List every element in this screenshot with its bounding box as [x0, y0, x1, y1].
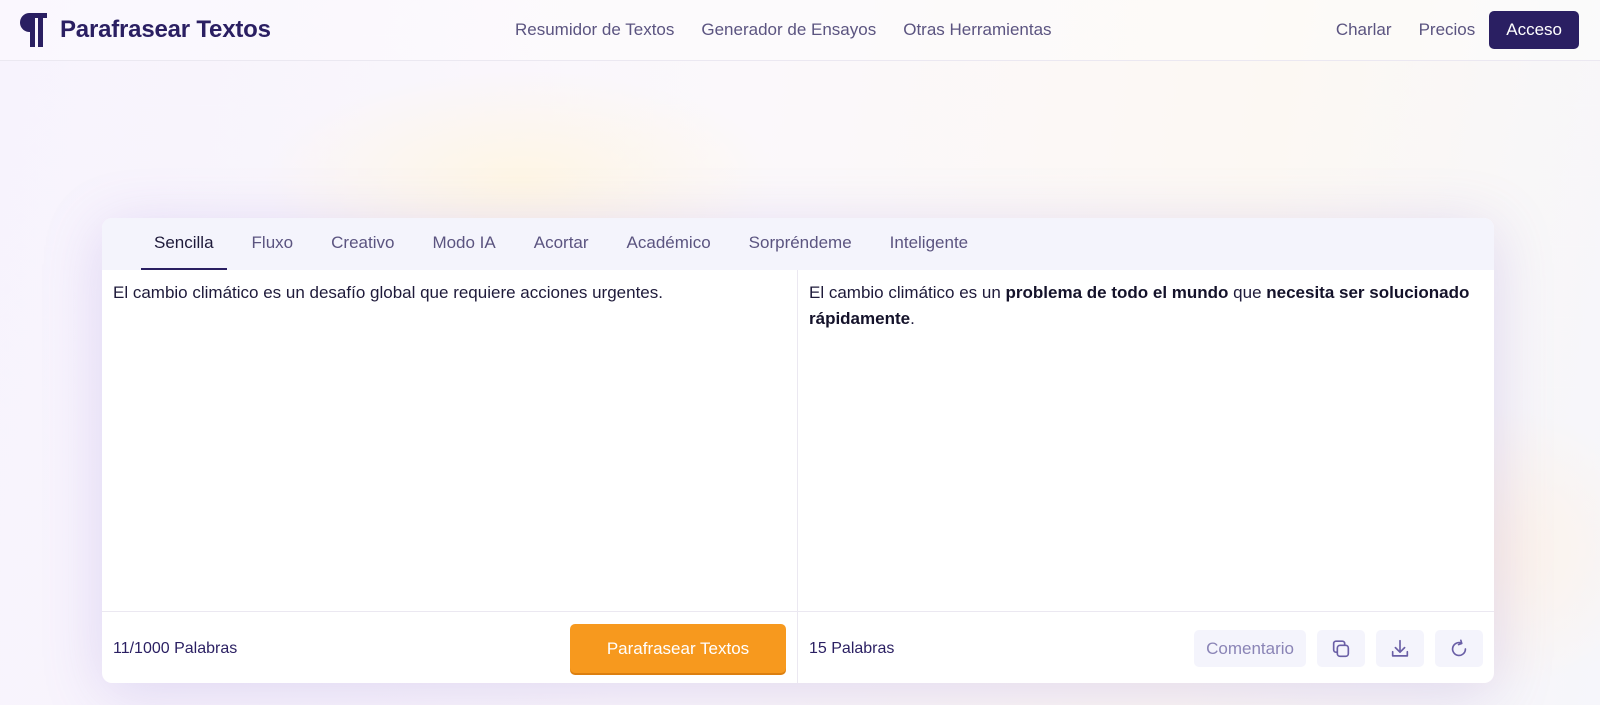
- tab-inteligente[interactable]: Inteligente: [877, 218, 981, 270]
- tab-fluxo[interactable]: Fluxo: [239, 218, 307, 270]
- login-button[interactable]: Acceso: [1489, 11, 1579, 49]
- tab-modo-ia[interactable]: Modo IA: [419, 218, 508, 270]
- download-icon: [1391, 639, 1409, 657]
- nav-link-chat[interactable]: Charlar: [1336, 20, 1392, 40]
- account-nav: Charlar Precios Acceso: [1336, 0, 1579, 60]
- output-word-count: 15 Palabras: [809, 640, 895, 657]
- brand-logo-link[interactable]: Parafrasear Textos: [16, 12, 271, 48]
- copy-icon: [1332, 639, 1350, 657]
- nav-link-pricing[interactable]: Precios: [1419, 20, 1476, 40]
- input-textarea[interactable]: El cambio climático es un desafío global…: [113, 280, 781, 306]
- tab-sorprendeme[interactable]: Sorpréndeme: [736, 218, 865, 270]
- nav-link-other-tools[interactable]: Otras Herramientas: [903, 20, 1051, 40]
- output-segment: El cambio climático es un: [809, 283, 1006, 302]
- input-footer: 11/1000 Palabras Parafrasear Textos: [102, 611, 797, 683]
- output-actions: Comentario: [1194, 630, 1483, 667]
- regenerate-button[interactable]: [1435, 630, 1483, 667]
- tab-academico[interactable]: Académico: [614, 218, 724, 270]
- nav-link-essay-generator[interactable]: Generador de Ensayos: [701, 20, 876, 40]
- copy-button[interactable]: [1317, 630, 1365, 667]
- mode-tabs: Sencilla Fluxo Creativo Modo IA Acortar …: [102, 218, 1494, 270]
- editor-panes: El cambio climático es un desafío global…: [102, 270, 1494, 683]
- output-text: El cambio climático es un problema de to…: [809, 280, 1478, 332]
- download-button[interactable]: [1376, 630, 1424, 667]
- output-footer: 15 Palabras Comentario: [798, 611, 1494, 683]
- main-nav: Resumidor de Textos Generador de Ensayos…: [515, 0, 1052, 60]
- output-segment: .: [910, 309, 915, 328]
- pilcrow-logo-icon: [19, 13, 47, 47]
- output-changed-segment: problema de todo el mundo: [1005, 283, 1229, 302]
- feedback-button[interactable]: Comentario: [1194, 630, 1306, 667]
- output-segment: que: [1228, 283, 1267, 302]
- refresh-icon: [1451, 638, 1467, 656]
- paraphraser-card: Sencilla Fluxo Creativo Modo IA Acortar …: [102, 218, 1494, 683]
- tab-sencilla[interactable]: Sencilla: [141, 218, 227, 270]
- output-pane: El cambio climático es un problema de to…: [798, 270, 1494, 683]
- brand-name: Parafrasear Textos: [60, 16, 271, 43]
- top-nav-bar: Parafrasear Textos Resumidor de Textos G…: [0, 0, 1600, 61]
- tab-acortar[interactable]: Acortar: [521, 218, 602, 270]
- tab-creativo[interactable]: Creativo: [318, 218, 407, 270]
- nav-link-summarizer[interactable]: Resumidor de Textos: [515, 20, 674, 40]
- paraphrase-button[interactable]: Parafrasear Textos: [570, 624, 786, 673]
- input-word-count: 11/1000 Palabras: [113, 640, 238, 657]
- input-pane: El cambio climático es un desafío global…: [102, 270, 798, 683]
